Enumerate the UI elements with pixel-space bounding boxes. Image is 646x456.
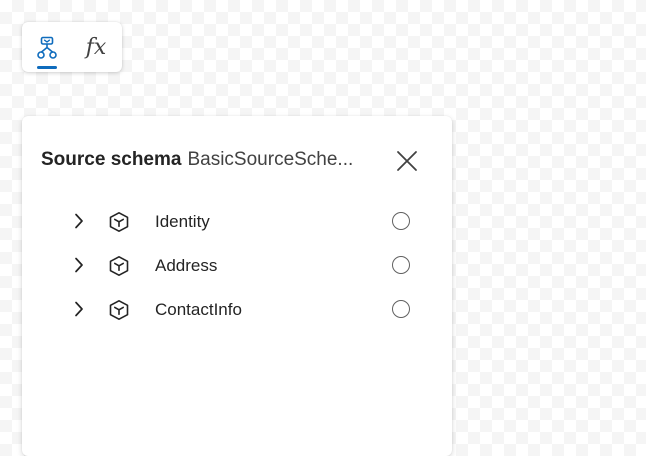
tree-row-contactinfo[interactable]: ContactInfo — [22, 288, 452, 332]
chevron-right-icon[interactable] — [70, 212, 88, 230]
chevron-right-icon[interactable] — [70, 300, 88, 318]
schema-tree: Identity Address ContactInfo — [22, 200, 452, 332]
schema-tree-button[interactable] — [27, 28, 67, 69]
toolbar: fx — [22, 22, 122, 72]
panel-header: Source schema BasicSourceSche... — [41, 149, 381, 173]
cube-icon — [107, 210, 131, 234]
panel-title: Source schema — [41, 149, 182, 170]
row-radio[interactable] — [392, 212, 410, 230]
tree-row-identity[interactable]: Identity — [22, 200, 452, 244]
selected-indicator — [37, 66, 57, 69]
tree-row-address[interactable]: Address — [22, 244, 452, 288]
cube-icon — [107, 298, 131, 322]
row-radio[interactable] — [392, 300, 410, 318]
tree-row-label: Address — [155, 256, 218, 275]
close-button[interactable] — [393, 147, 421, 175]
cube-icon — [107, 254, 131, 278]
chevron-right-icon[interactable] — [70, 256, 88, 274]
schema-name: BasicSourceSche... — [187, 149, 354, 170]
source-schema-panel: Source schema BasicSourceSche... Identit… — [22, 116, 452, 456]
tree-row-label: Identity — [155, 212, 210, 231]
schema-tree-icon — [37, 36, 57, 59]
close-icon — [397, 151, 417, 171]
function-button[interactable]: fx — [76, 28, 116, 68]
row-radio[interactable] — [392, 256, 410, 274]
function-fx-icon: fx — [85, 35, 107, 60]
tree-row-label: ContactInfo — [155, 300, 242, 319]
